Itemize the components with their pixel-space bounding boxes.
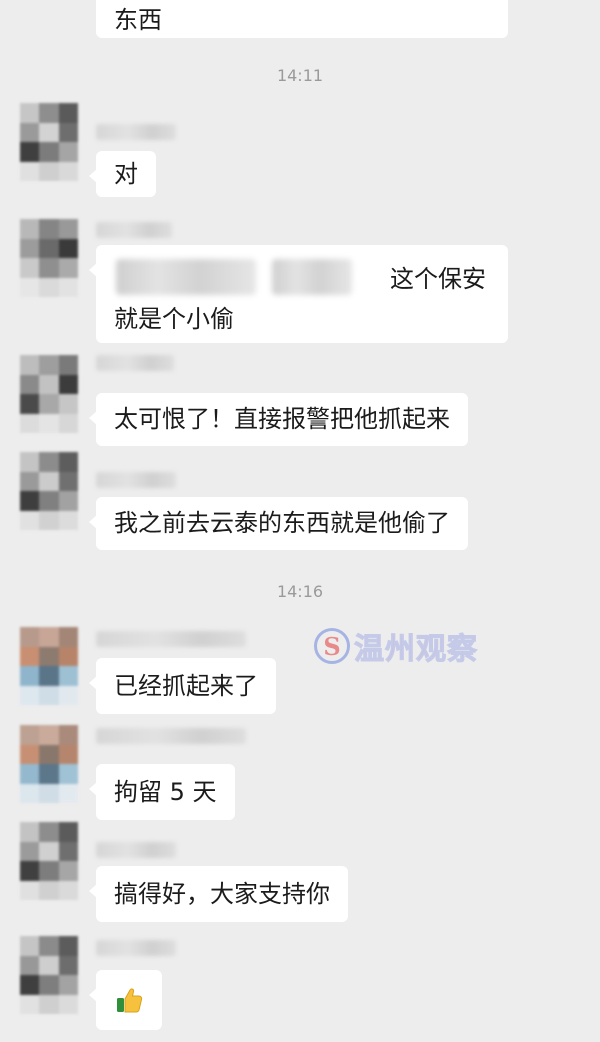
avatar[interactable] xyxy=(20,103,78,181)
watermark-text: 温州观察 xyxy=(354,632,478,668)
message-text: 太可恨了！直接报警把他抓起来 xyxy=(114,405,450,433)
message-text: 东西 xyxy=(114,6,162,34)
sender-name-redacted xyxy=(96,728,246,744)
sender-name-redacted xyxy=(96,631,246,647)
message-bubble[interactable]: 搞得好，大家支持你 xyxy=(89,866,348,922)
timestamp: 14:11 xyxy=(276,66,324,85)
sender-name-redacted xyxy=(96,472,176,488)
watermark-logo: S 温州观察 xyxy=(314,622,478,670)
thumbs-up-icon xyxy=(117,988,143,1013)
message-text: 搞得好，大家支持你 xyxy=(114,880,330,908)
message-bubble[interactable]: 东西 xyxy=(96,0,508,38)
message-bubble[interactable]: 太可恨了！直接报警把他抓起来 xyxy=(89,393,468,446)
avatar[interactable] xyxy=(20,355,78,433)
message-bubble[interactable]: 拘留 5 天 xyxy=(89,764,235,820)
watermark-s-icon: S xyxy=(314,628,350,664)
sender-name-redacted xyxy=(96,940,176,956)
message-bubble[interactable]: 我之前去云泰的东西就是他偷了 xyxy=(89,497,468,550)
redacted-text xyxy=(116,259,256,295)
message-bubble[interactable]: 对 xyxy=(89,151,156,197)
avatar[interactable] xyxy=(20,822,78,900)
avatar[interactable] xyxy=(20,219,78,297)
message-text: 我之前去云泰的东西就是他偷了 xyxy=(114,509,450,537)
redacted-text xyxy=(272,259,352,295)
chat-history[interactable]: 东西 14:11 对 这个保安 就是个小偷 太可恨了！直接报警把他抓起来 我之前… xyxy=(0,0,600,1042)
avatar[interactable] xyxy=(20,627,78,705)
timestamp: 14:16 xyxy=(276,582,324,601)
avatar[interactable] xyxy=(20,452,78,530)
sender-name-redacted xyxy=(96,842,176,858)
message-bubble[interactable]: 这个保安 就是个小偷 xyxy=(89,245,508,343)
avatar[interactable] xyxy=(20,936,78,1014)
sender-name-redacted xyxy=(96,355,174,371)
message-text-line2: 就是个小偷 xyxy=(114,305,234,333)
message-text: 已经抓起来了 xyxy=(114,672,258,700)
message-text-line1: 这个保安 xyxy=(390,265,486,293)
sender-name-redacted xyxy=(96,124,176,140)
sender-name-redacted xyxy=(96,222,172,238)
message-bubble[interactable] xyxy=(89,970,162,1030)
message-text: 拘留 5 天 xyxy=(114,778,217,806)
message-bubble[interactable]: 已经抓起来了 xyxy=(89,658,276,714)
message-text: 对 xyxy=(114,160,138,188)
avatar[interactable] xyxy=(20,725,78,803)
